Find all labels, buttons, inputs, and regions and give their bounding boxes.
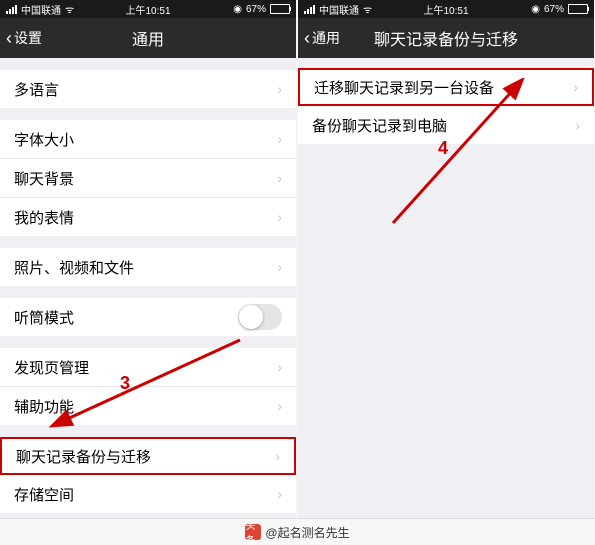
toutiao-logo-icon: 头条 xyxy=(245,524,261,540)
chevron-right-icon: › xyxy=(277,486,282,502)
carrier-label: 中国联通 xyxy=(319,2,359,17)
toggle-switch[interactable] xyxy=(238,304,282,330)
item-label: 辅助功能 xyxy=(14,396,74,417)
chevron-right-icon: › xyxy=(277,398,282,414)
item-label: 多语言 xyxy=(14,79,59,100)
chevron-left-icon: ‹ xyxy=(6,28,12,49)
chevron-right-icon: › xyxy=(277,170,282,186)
item-discover[interactable]: 发现页管理 › xyxy=(0,348,296,387)
carrier-label: 中国联通 xyxy=(21,2,61,17)
nav-back-label: 设置 xyxy=(14,28,42,48)
item-accessibility[interactable]: 辅助功能 › xyxy=(0,387,296,425)
left-phone-screen: 中国联通 ᯤ 上午10:51 ◉ 67% ‹ 设置 通用 多语言 › xyxy=(0,0,296,545)
chevron-left-icon: ‹ xyxy=(304,28,310,49)
chevron-right-icon: › xyxy=(275,448,280,464)
item-label: 存储空间 xyxy=(14,484,74,505)
nav-back-button[interactable]: ‹ 设置 xyxy=(0,28,42,49)
item-label: 聊天记录备份与迁移 xyxy=(16,446,151,467)
item-multilang[interactable]: 多语言 › xyxy=(0,70,296,108)
right-phone-screen: 中国联通 ᯤ 上午10:51 ◉ 67% ‹ 通用 聊天记录备份与迁移 迁移聊天… xyxy=(298,0,594,545)
battery-pct: 67% xyxy=(246,4,266,15)
item-fontsize[interactable]: 字体大小 › xyxy=(0,120,296,159)
item-label: 迁移聊天记录到另一台设备 xyxy=(314,77,494,98)
wifi-icon: ᯤ xyxy=(363,2,372,16)
item-label: 我的表情 xyxy=(14,207,74,228)
signal-icon xyxy=(6,5,17,14)
attribution-footer: 头条 @起名测名先生 xyxy=(0,518,595,545)
battery-pct: 67% xyxy=(544,4,564,15)
nav-title: 通用 xyxy=(132,26,164,50)
item-label: 听筒模式 xyxy=(14,307,74,328)
battery-icon xyxy=(568,4,588,14)
item-storage[interactable]: 存储空间 › xyxy=(0,475,296,513)
item-media[interactable]: 照片、视频和文件 › xyxy=(0,248,296,286)
status-time: 上午10:51 xyxy=(423,2,468,17)
nav-back-label: 通用 xyxy=(312,28,340,48)
item-label: 字体大小 xyxy=(14,129,74,150)
status-bar: 中国联通 ᯤ 上午10:51 ◉ 67% xyxy=(0,0,296,18)
nav-bar: ‹ 通用 聊天记录备份与迁移 xyxy=(298,18,594,58)
nav-back-button[interactable]: ‹ 通用 xyxy=(298,28,340,49)
chevron-right-icon: › xyxy=(277,259,282,275)
chevron-right-icon: › xyxy=(277,81,282,97)
item-chatbg[interactable]: 聊天背景 › xyxy=(0,159,296,198)
chevron-right-icon: › xyxy=(277,209,282,225)
item-migrate-device[interactable]: 迁移聊天记录到另一台设备 › xyxy=(298,68,594,106)
chevron-right-icon: › xyxy=(573,79,578,95)
chevron-right-icon: › xyxy=(277,131,282,147)
nav-title: 聊天记录备份与迁移 xyxy=(374,26,518,50)
item-backup-pc[interactable]: 备份聊天记录到电脑 › xyxy=(298,106,594,144)
nav-bar: ‹ 设置 通用 xyxy=(0,18,296,58)
chevron-right-icon: › xyxy=(277,359,282,375)
item-backup-migrate[interactable]: 聊天记录备份与迁移 › xyxy=(0,437,296,475)
footer-text: @起名测名先生 xyxy=(265,524,349,541)
wifi-icon: ᯤ xyxy=(65,2,74,16)
status-time: 上午10:51 xyxy=(125,2,170,17)
battery-icon xyxy=(270,4,290,14)
item-label: 聊天背景 xyxy=(14,168,74,189)
item-label: 备份聊天记录到电脑 xyxy=(312,115,447,136)
status-bar: 中国联通 ᯤ 上午10:51 ◉ 67% xyxy=(298,0,594,18)
item-label: 照片、视频和文件 xyxy=(14,257,134,278)
chevron-right-icon: › xyxy=(575,117,580,133)
item-stickers[interactable]: 我的表情 › xyxy=(0,198,296,236)
item-earpiece[interactable]: 听筒模式 xyxy=(0,298,296,336)
signal-icon xyxy=(304,5,315,14)
item-label: 发现页管理 xyxy=(14,357,89,378)
